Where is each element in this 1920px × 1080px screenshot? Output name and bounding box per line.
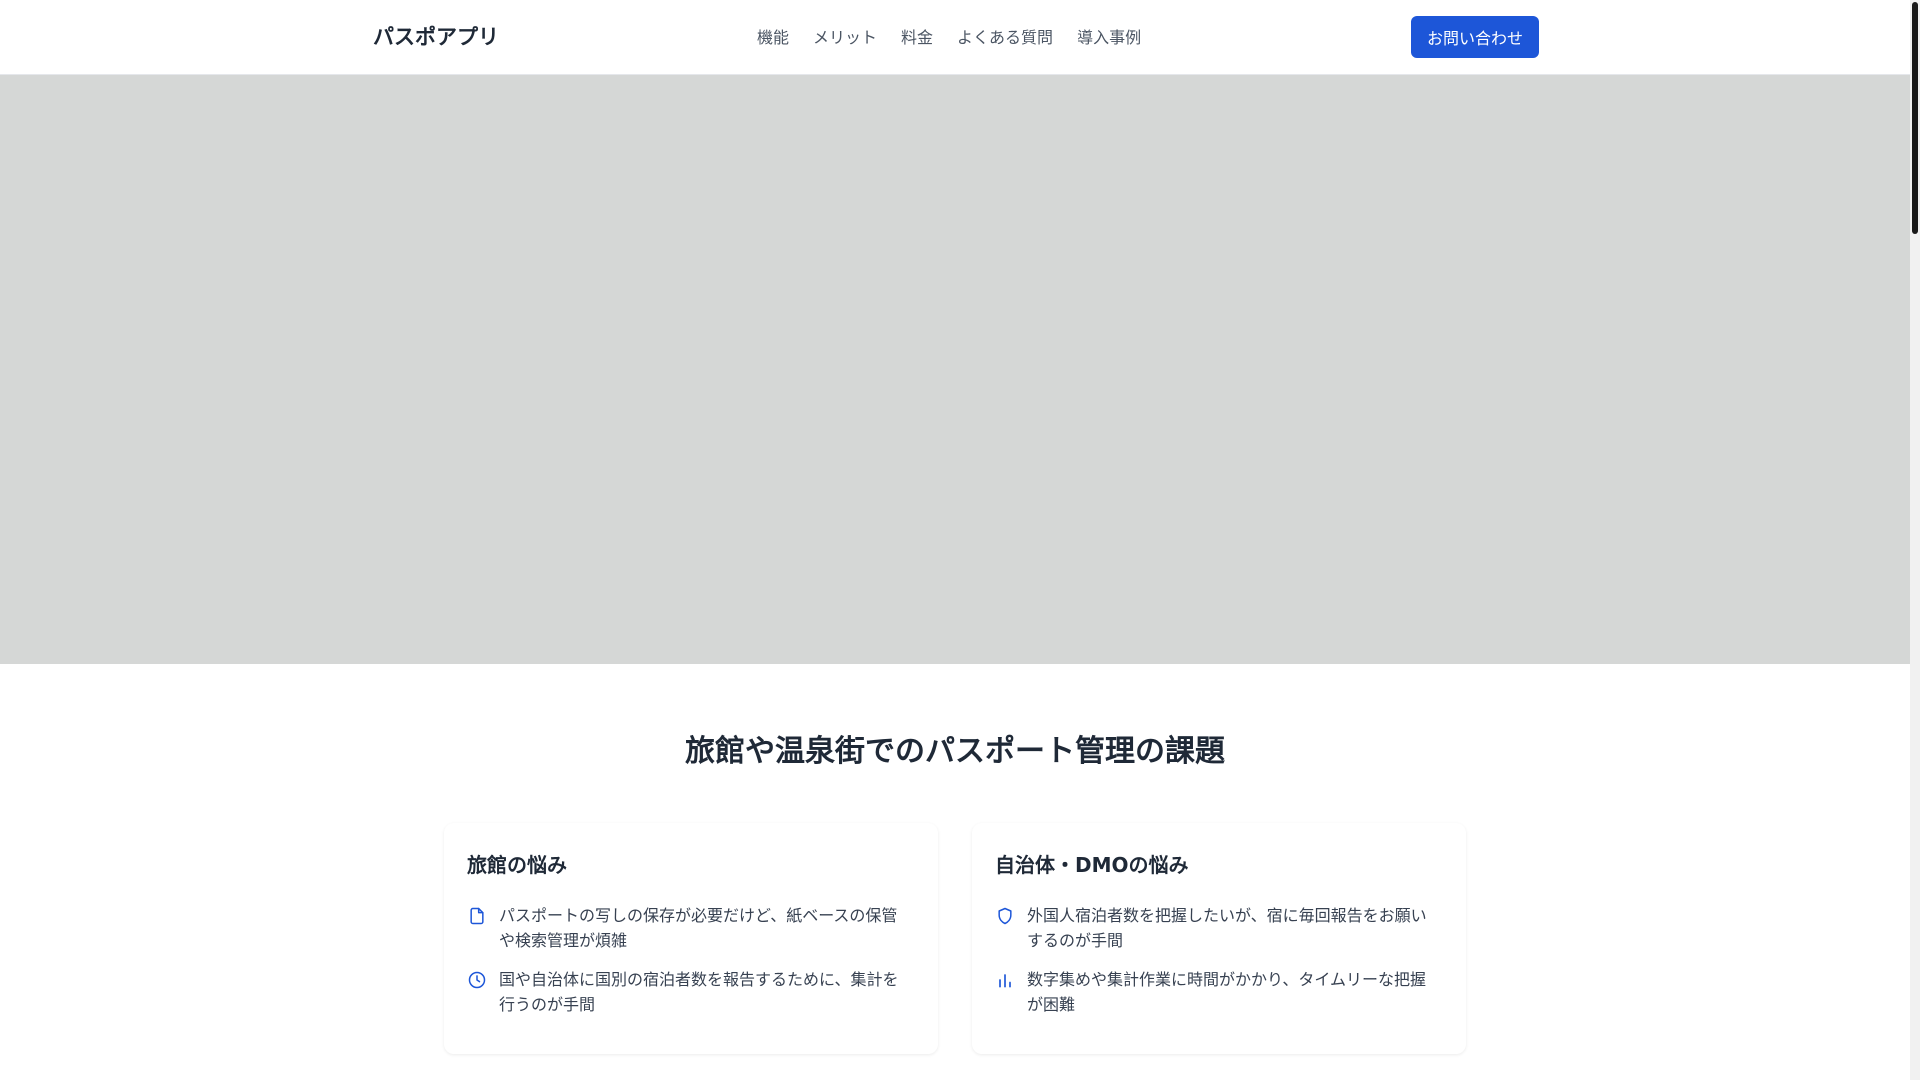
site-header: パスポアプリ 機能 メリット 料金 よくある質問 導入事例 お問い合わせ [0,0,1910,75]
scrollbar[interactable] [1910,0,1920,1080]
card-title: 自治体・DMOの悩み [995,853,1189,877]
nav-link-features[interactable]: 機能 [757,24,789,48]
problem-item: パスポートの写しの保存が必要だけど、紙ベースの保管や検索管理が煩雑 [467,903,907,953]
main-nav: 機能 メリット 料金 よくある質問 導入事例 [757,24,1141,48]
problem-item: 数字集めや集計作業に時間がかかり、タイムリーな把握が困難 [995,967,1435,1017]
problem-text: パスポートの写しの保存が必要だけど、紙ベースの保管や検索管理が煩雑 [499,906,898,950]
nav-link-pricing[interactable]: 料金 [901,24,933,48]
problem-item: 外国人宿泊者数を把握したいが、宿に毎回報告をお願いするのが手間 [995,903,1435,953]
problem-text: 外国人宿泊者数を把握したいが、宿に毎回報告をお願いするのが手間 [1027,906,1427,950]
problem-card-ryokan: 旅館の悩み パスポートの写しの保存が必要だけど、紙ベースの保管や検索管理が煩雑 … [444,823,938,1054]
problem-item: 国や自治体に国別の宿泊者数を報告するために、集計を行うのが手間 [467,967,907,1017]
problem-card-municipality: 自治体・DMOの悩み 外国人宿泊者数を把握したいが、宿に毎回報告をお願いするのが… [972,823,1466,1054]
scrollbar-thumb[interactable] [1912,2,1918,234]
problem-text: 国や自治体に国別の宿泊者数を報告するために、集計を行うのが手間 [499,970,899,1014]
nav-link-case-studies[interactable]: 導入事例 [1077,24,1141,48]
hero-image-placeholder [0,75,1910,664]
shield-icon [995,906,1015,926]
nav-link-merits[interactable]: メリット [813,24,877,48]
logo[interactable]: パスポアプリ [373,21,499,51]
document-icon [467,906,487,926]
clock-icon [467,970,487,990]
contact-button[interactable]: お問い合わせ [1411,16,1539,58]
bar-chart-icon [995,970,1015,990]
nav-link-faq[interactable]: よくある質問 [957,24,1053,48]
section-title: 旅館や温泉街でのパスポート管理の課題 [685,734,1225,769]
card-title: 旅館の悩み [467,853,567,877]
problem-text: 数字集めや集計作業に時間がかかり、タイムリーな把握が困難 [1027,970,1427,1014]
